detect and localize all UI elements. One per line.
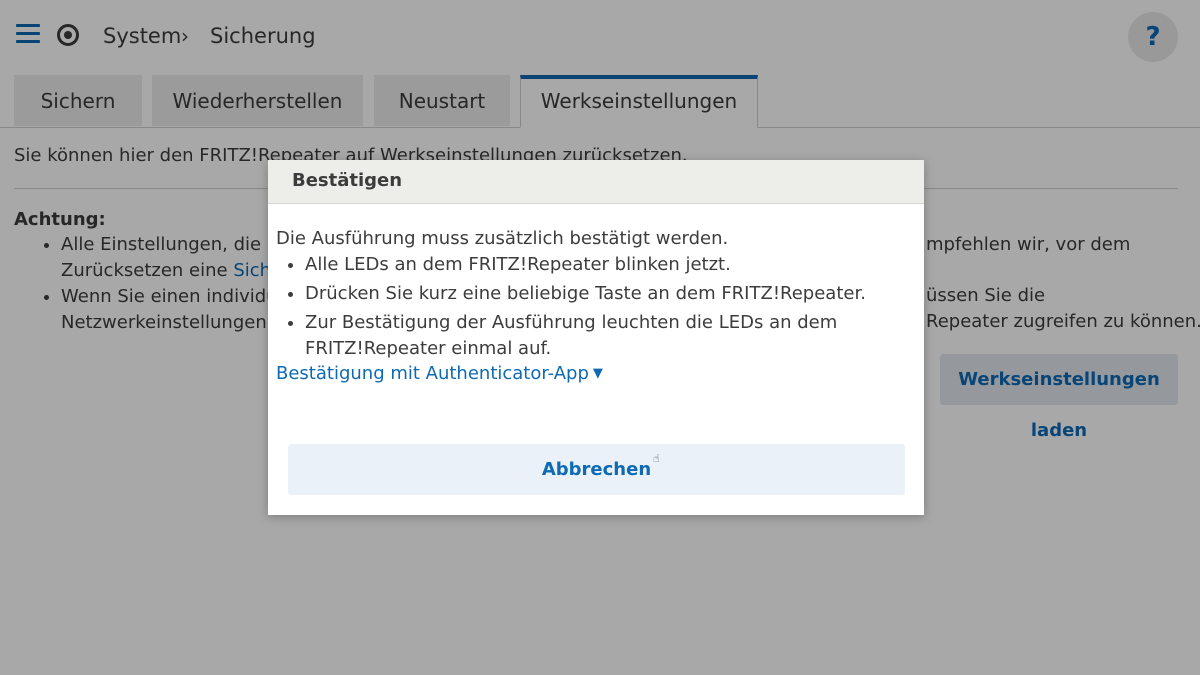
dialog-title: Bestätigen — [292, 170, 403, 191]
dialog-steps: Alle LEDs an dem FRITZ!Repeater blinken … — [276, 252, 916, 362]
confirm-dialog: Bestätigen Die Ausführung muss zusätzlic… — [268, 160, 924, 515]
authenticator-app-label: Bestätigung mit Authenticator-App — [276, 363, 589, 384]
mouse-cursor-icon: ☝ — [653, 452, 660, 465]
dialog-header: Bestätigen — [268, 160, 924, 204]
dialog-message: Die Ausführung muss zusätzlich bestätigt… — [276, 228, 729, 249]
dialog-body: Die Ausführung muss zusätzlich bestätigt… — [276, 226, 916, 362]
list-item: Zur Bestätigung der Ausführung leuchten … — [305, 310, 916, 362]
cancel-button[interactable]: Abbrechen — [288, 444, 905, 495]
authenticator-app-toggle[interactable]: Bestätigung mit Authenticator-App ▼ — [276, 363, 603, 384]
caret-down-icon: ▼ — [592, 366, 603, 381]
list-item: Drücken Sie kurz eine beliebige Taste an… — [305, 281, 916, 307]
list-item: Alle LEDs an dem FRITZ!Repeater blinken … — [305, 252, 916, 278]
